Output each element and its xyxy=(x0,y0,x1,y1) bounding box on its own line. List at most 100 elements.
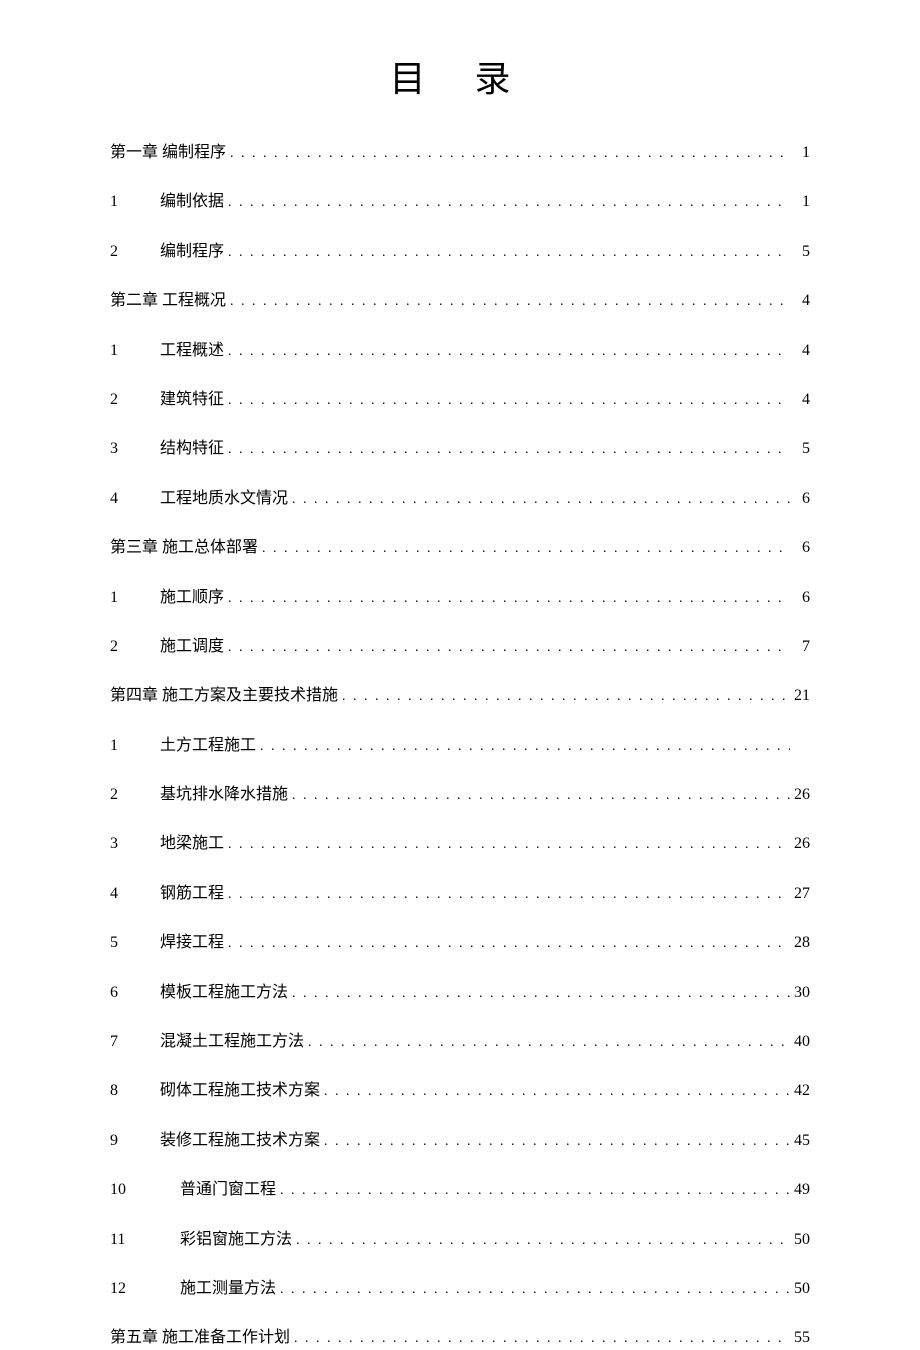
toc-page-number: 1 xyxy=(790,142,810,164)
toc-page-number: 21 xyxy=(790,685,810,707)
toc-dots xyxy=(224,589,790,609)
toc-entry: 1施工顺序6 xyxy=(110,587,810,609)
toc-page-number: 45 xyxy=(790,1130,810,1152)
toc-entry: 4钢筋工程 27 xyxy=(110,883,810,905)
toc-entry-number: 2 xyxy=(110,389,160,411)
toc-entry: 2建筑特征4 xyxy=(110,389,810,411)
toc-dots xyxy=(288,984,790,1004)
toc-page-number: 50 xyxy=(790,1229,810,1251)
toc-dots xyxy=(276,1181,790,1201)
toc-entry-label: 地梁施工 xyxy=(160,833,224,855)
toc-entry-label: 混凝土工程施工方法 xyxy=(160,1031,304,1053)
toc-entry-label: 第五章 施工准备工作计划 xyxy=(110,1327,290,1349)
toc-page-number: 5 xyxy=(790,438,810,460)
toc-entry: 2施工调度 7 xyxy=(110,636,810,658)
toc-page-number: 1 xyxy=(790,191,810,213)
toc-dots xyxy=(304,1033,790,1053)
toc-entry: 第一章 编制程序 1 xyxy=(110,142,810,164)
toc-entry-number: 2 xyxy=(110,784,160,806)
toc-entry: 3结构特征5 xyxy=(110,438,810,460)
toc-page-number: 4 xyxy=(790,290,810,312)
toc-entry: 第五章 施工准备工作计划 55 xyxy=(110,1327,810,1349)
toc-entry-number: 10 xyxy=(110,1179,180,1201)
toc-entry-number: 4 xyxy=(110,488,160,510)
toc-entry-label: 砌体工程施工技术方案 xyxy=(160,1080,320,1102)
toc-entry: 2编制程序5 xyxy=(110,241,810,263)
toc-dots xyxy=(276,1280,790,1300)
toc-entry-label: 模板工程施工方法 xyxy=(160,982,288,1004)
toc-entry: 1工程概述4 xyxy=(110,340,810,362)
toc-page-number: 55 xyxy=(790,1327,810,1349)
toc-entry: 3地梁施工26 xyxy=(110,833,810,855)
toc-entry: 5焊接工程28 xyxy=(110,932,810,954)
toc-entry: 第二章 工程概况 4 xyxy=(110,290,810,312)
toc-entry: 9装修工程施工技术方案45 xyxy=(110,1130,810,1152)
toc-entry-number: 1 xyxy=(110,340,160,362)
toc-entry-label: 第一章 编制程序 xyxy=(110,142,226,164)
toc-entry: 6模板工程施工方法30 xyxy=(110,982,810,1004)
toc-entry: 1土方工程施工 xyxy=(110,735,810,757)
toc-entry-label: 基坑排水降水措施 xyxy=(160,784,288,806)
toc-entry-number: 1 xyxy=(110,587,160,609)
toc-dots xyxy=(224,885,790,905)
toc-page-number: 27 xyxy=(790,883,810,905)
toc-dots xyxy=(258,539,790,559)
toc-page-number: 40 xyxy=(790,1031,810,1053)
toc-dots xyxy=(224,934,790,954)
toc-dots xyxy=(290,1329,790,1349)
toc-dots xyxy=(256,737,790,757)
toc-dots xyxy=(224,342,790,362)
toc-entry-label: 施工调度 xyxy=(160,636,224,658)
toc-entry-label: 焊接工程 xyxy=(160,932,224,954)
toc-dots xyxy=(224,391,790,411)
toc-dots xyxy=(292,1231,790,1251)
toc-dots xyxy=(224,835,790,855)
toc-entry: 7混凝土工程施工方法 40 xyxy=(110,1031,810,1053)
toc-dots xyxy=(226,144,790,164)
toc-entry-number: 1 xyxy=(110,735,160,757)
toc-dots xyxy=(320,1082,790,1102)
toc-entry-number: 11 xyxy=(110,1229,180,1251)
toc-page-number: 5 xyxy=(790,241,810,263)
toc-entry-number: 4 xyxy=(110,883,160,905)
toc-page-number: 26 xyxy=(790,833,810,855)
toc-dots xyxy=(224,638,790,658)
toc-entry: 2基坑排水降水措施26 xyxy=(110,784,810,806)
toc-entry-number: 5 xyxy=(110,932,160,954)
toc-entry-label: 编制依据 xyxy=(160,191,224,213)
toc-entry-number: 7 xyxy=(110,1031,160,1053)
toc-entry-label: 施工顺序 xyxy=(160,587,224,609)
toc-entry-label: 施工测量方法 xyxy=(180,1278,276,1300)
toc-dots xyxy=(224,440,790,460)
document-page: 目 录 第一章 编制程序11编制依据12编制程序5第二章 工程概况41工程概述4… xyxy=(0,50,920,1350)
toc-page-number: 30 xyxy=(790,982,810,1004)
toc-dots xyxy=(320,1132,790,1152)
toc-entry-label: 工程概述 xyxy=(160,340,224,362)
toc-entry: 第三章 施工总体部署 6 xyxy=(110,537,810,559)
toc-dots xyxy=(224,243,790,263)
toc-dots xyxy=(338,687,790,707)
toc-entry-label: 第四章 施工方案及主要技术措施 xyxy=(110,685,338,707)
toc-page-number: 7 xyxy=(790,636,810,658)
toc-entry-number: 8 xyxy=(110,1080,160,1102)
toc-entry: 4工程地质水文情况 6 xyxy=(110,488,810,510)
toc-entry-label: 工程地质水文情况 xyxy=(160,488,288,510)
toc-page-number: 6 xyxy=(790,488,810,510)
toc-dots xyxy=(224,193,790,213)
toc-entry-label: 钢筋工程 xyxy=(160,883,224,905)
toc-entry-label: 第二章 工程概况 xyxy=(110,290,226,312)
toc-entry-number: 9 xyxy=(110,1130,160,1152)
toc-entry-label: 普通门窗工程 xyxy=(180,1179,276,1201)
toc-entry: 12施工测量方法50 xyxy=(110,1278,810,1300)
toc-entry-label: 编制程序 xyxy=(160,241,224,263)
toc-page-number: 6 xyxy=(790,537,810,559)
toc-entry-label: 彩铝窗施工方法 xyxy=(180,1229,292,1251)
toc-entry: 11彩铝窗施工方法 50 xyxy=(110,1229,810,1251)
toc-dots xyxy=(288,786,790,806)
toc-entry: 第四章 施工方案及主要技术措施 21 xyxy=(110,685,810,707)
toc-entry-label: 第三章 施工总体部署 xyxy=(110,537,258,559)
toc-dots xyxy=(288,490,790,510)
toc-entry-number: 2 xyxy=(110,636,160,658)
toc-entry-label: 建筑特征 xyxy=(160,389,224,411)
toc-entry: 8砌体工程施工技术方案42 xyxy=(110,1080,810,1102)
